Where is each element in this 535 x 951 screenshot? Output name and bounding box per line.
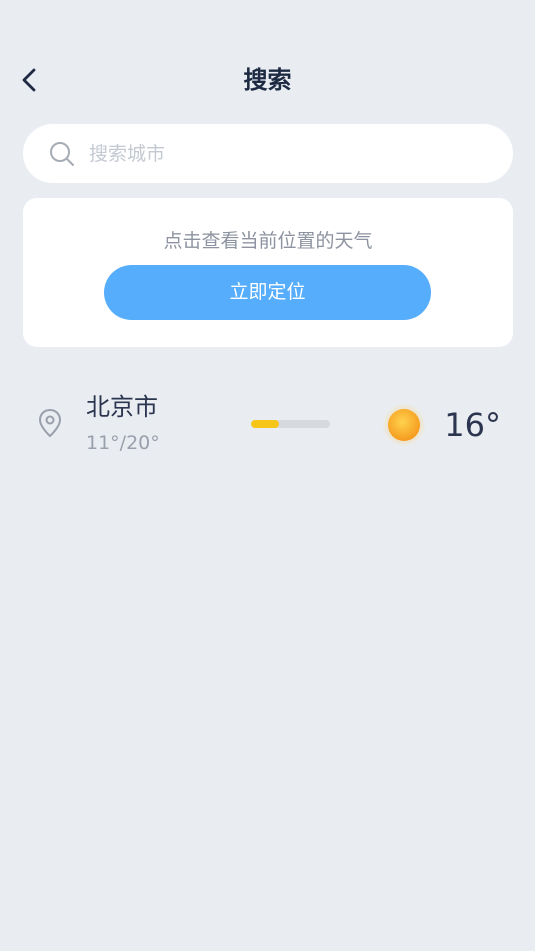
- locate-card: 点击查看当前位置的天气 立即定位: [23, 198, 513, 347]
- map-pin-icon: [38, 408, 62, 438]
- temp-range-bar-fill: [251, 420, 280, 428]
- temp-range-bar: [251, 420, 330, 428]
- page-title: 搜索: [243, 66, 292, 94]
- search-icon: [50, 142, 74, 166]
- locate-now-button[interactable]: 立即定位: [104, 265, 431, 320]
- city-temp-range: 11°/20°: [86, 432, 160, 454]
- current-temp: 16°: [444, 406, 501, 444]
- search-box[interactable]: [23, 124, 513, 183]
- header: 搜索: [0, 50, 535, 110]
- locate-hint: 点击查看当前位置的天气: [163, 230, 373, 252]
- city-list-item[interactable]: 北京市 11°/20° 16°: [23, 380, 513, 470]
- city-name: 北京市: [86, 393, 158, 421]
- sun-icon: [382, 403, 426, 447]
- search-input[interactable]: [89, 124, 489, 183]
